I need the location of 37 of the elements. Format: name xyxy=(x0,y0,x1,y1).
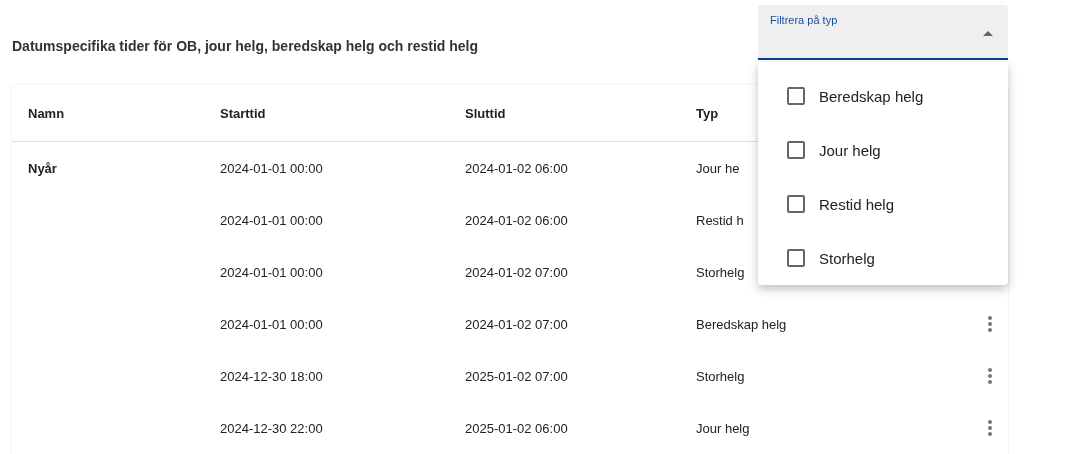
table-cell: Storhelg xyxy=(696,264,745,280)
option-label[interactable]: Jour helg xyxy=(819,141,881,159)
table-cell: Jour he xyxy=(696,160,740,176)
table-cell: 2024-01-02 06:00 xyxy=(465,160,568,176)
table-cell: Jour helg xyxy=(696,420,750,436)
checkbox[interactable] xyxy=(787,195,805,213)
column-header: Namn xyxy=(28,105,66,121)
table-cell: 2024-01-01 00:00 xyxy=(220,212,323,228)
table-cell: Storhelg xyxy=(696,368,745,384)
table-cell: Restid h xyxy=(696,212,744,228)
column-header: Starttid xyxy=(220,105,267,121)
table-cell: Beredskap helg xyxy=(696,316,787,332)
checkbox[interactable] xyxy=(787,87,805,105)
table-cell: 2024-12-30 18:00 xyxy=(220,368,323,384)
option-label[interactable]: Storhelg xyxy=(819,249,875,267)
table-cell: 2025-01-02 07:00 xyxy=(465,368,568,384)
section-title: Datumspecifika tider för OB, jour helg, beredskap helg och restid helg xyxy=(12,38,478,54)
option-label[interactable]: Restid helg xyxy=(819,195,895,213)
table-cell: 2024-01-01 00:00 xyxy=(220,316,323,332)
table-cell: 2024-12-30 22:00 xyxy=(220,420,323,436)
column-header: Sluttid xyxy=(465,105,507,121)
table-cell: 2024-01-02 07:00 xyxy=(465,264,568,280)
column-header: Typ xyxy=(696,105,720,121)
table-cell: 2024-01-01 00:00 xyxy=(220,264,323,280)
table-cell: Nyår xyxy=(28,160,57,176)
checkbox[interactable] xyxy=(787,141,805,159)
table-cell: 2024-01-02 07:00 xyxy=(465,316,568,332)
more-icon[interactable] xyxy=(988,420,992,436)
table-cell: 2025-01-02 06:00 xyxy=(465,420,568,436)
more-icon[interactable] xyxy=(988,316,992,332)
caret-icon xyxy=(983,31,993,36)
filter-select[interactable]: Filtrera på typ xyxy=(758,5,1008,60)
option-label[interactable]: Beredskap helg xyxy=(819,87,924,105)
table-cell: 2024-01-01 00:00 xyxy=(220,160,323,176)
table-cell: 2024-01-02 06:00 xyxy=(465,212,568,228)
more-icon[interactable] xyxy=(988,368,992,384)
checkbox[interactable] xyxy=(787,249,805,267)
